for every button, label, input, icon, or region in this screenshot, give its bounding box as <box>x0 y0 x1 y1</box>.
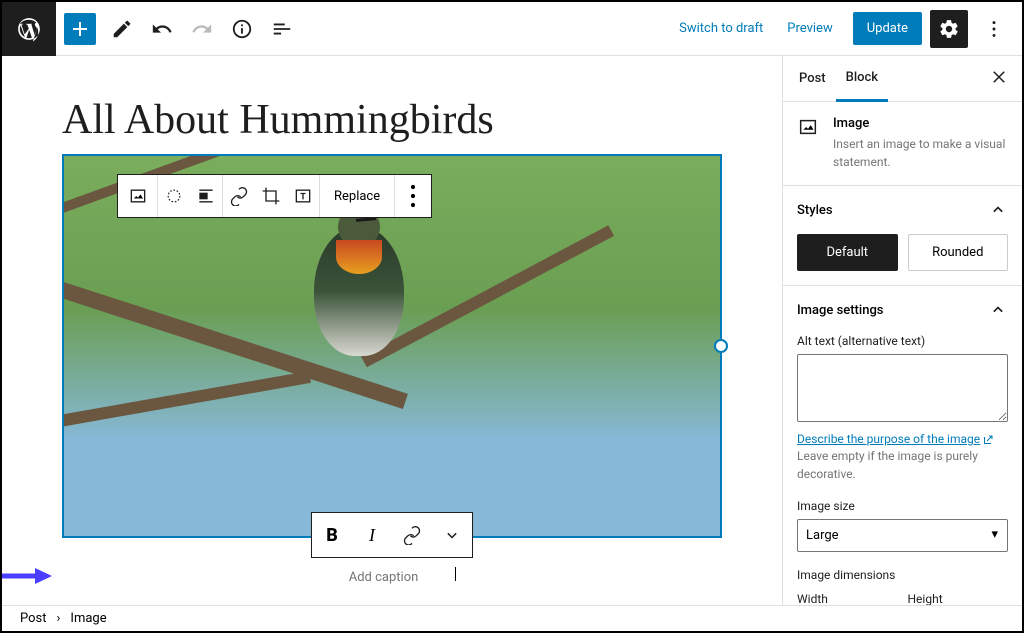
image-icon <box>797 116 819 142</box>
block-type-desc: Insert an image to make a visual stateme… <box>833 135 1008 171</box>
image-settings-panel: Image settings Alt text (alternative tex… <box>783 286 1022 607</box>
chevron-up-icon <box>988 300 1008 320</box>
caption-input[interactable] <box>324 570 444 585</box>
alt-help-text: Leave empty if the image is purely decor… <box>797 449 978 481</box>
image-settings-label: Image settings <box>797 303 884 318</box>
top-toolbar: Switch to draft Preview Update <box>2 2 1022 56</box>
text-cursor-icon <box>450 567 460 581</box>
align-none-icon[interactable] <box>158 175 190 217</box>
tab-post[interactable]: Post <box>789 57 836 100</box>
link-icon[interactable] <box>223 175 255 217</box>
width-label: Width <box>797 592 898 606</box>
redo-icon <box>182 9 222 49</box>
wordpress-logo[interactable] <box>2 2 56 56</box>
caption-more-icon[interactable] <box>432 513 472 557</box>
annotation-arrow-icon <box>2 566 57 586</box>
image-dimensions-label: Image dimensions <box>797 568 1008 582</box>
image-block-icon[interactable] <box>118 175 158 217</box>
switch-to-draft-link[interactable]: Switch to draft <box>667 13 775 44</box>
breadcrumb-root[interactable]: Post <box>20 611 47 626</box>
block-info-panel: Image Insert an image to make a visual s… <box>783 102 1022 186</box>
undo-icon[interactable] <box>142 9 182 49</box>
settings-button[interactable] <box>930 10 968 48</box>
breadcrumb-current[interactable]: Image <box>70 611 106 626</box>
resize-handle-right[interactable] <box>714 339 728 353</box>
bold-button[interactable]: B <box>312 513 352 557</box>
add-block-button[interactable] <box>64 13 96 45</box>
outline-icon[interactable] <box>262 9 302 49</box>
edit-icon[interactable] <box>102 9 142 49</box>
settings-sidebar: Post Block Image Insert an image to make… <box>782 56 1022 607</box>
chevron-up-icon <box>988 200 1008 220</box>
sidebar-tabs: Post Block <box>783 56 1022 102</box>
close-sidebar-icon[interactable] <box>982 60 1016 98</box>
alt-text-label: Alt text (alternative text) <box>797 334 1008 348</box>
styles-panel-toggle[interactable]: Styles <box>797 200 1008 220</box>
block-type-name: Image <box>833 116 1008 131</box>
alt-text-input[interactable] <box>797 354 1008 422</box>
describe-purpose-link[interactable]: Describe the purpose of the image <box>797 432 980 446</box>
image-size-select[interactable]: Large <box>797 519 1008 552</box>
external-link-icon <box>982 434 994 446</box>
block-toolbar: Replace <box>117 174 432 218</box>
app-frame: Switch to draft Preview Update All About… <box>0 0 1024 633</box>
crop-icon[interactable] <box>255 175 287 217</box>
update-button[interactable]: Update <box>853 12 922 45</box>
styles-panel: Styles Default Rounded <box>783 186 1022 286</box>
tab-block[interactable]: Block <box>836 56 888 102</box>
breadcrumb-separator-icon: › <box>57 611 61 626</box>
caption-link-icon[interactable] <box>392 513 432 557</box>
block-more-icon[interactable] <box>395 175 431 217</box>
caption-row <box>62 566 722 585</box>
styles-label: Styles <box>797 203 833 218</box>
align-icon[interactable] <box>190 175 222 217</box>
italic-button[interactable]: I <box>352 513 392 557</box>
editor-canvas[interactable]: All About Hummingbirds Replace <box>2 56 782 607</box>
post-title[interactable]: All About Hummingbirds <box>62 96 722 144</box>
breadcrumb-bar: Post › Image <box>2 605 1022 631</box>
style-rounded-button[interactable]: Rounded <box>908 234 1009 271</box>
main-area: All About Hummingbirds Replace <box>2 56 1022 607</box>
info-icon[interactable] <box>222 9 262 49</box>
style-default-button[interactable]: Default <box>797 234 898 271</box>
preview-link[interactable]: Preview <box>775 13 844 44</box>
caption-format-toolbar: B I <box>311 512 473 558</box>
more-options-icon[interactable] <box>974 9 1014 49</box>
height-label: Height <box>908 592 1009 606</box>
replace-button[interactable]: Replace <box>320 175 395 217</box>
image-settings-toggle[interactable]: Image settings <box>797 300 1008 320</box>
image-size-label: Image size <box>797 499 1008 513</box>
text-overlay-icon[interactable] <box>287 175 319 217</box>
